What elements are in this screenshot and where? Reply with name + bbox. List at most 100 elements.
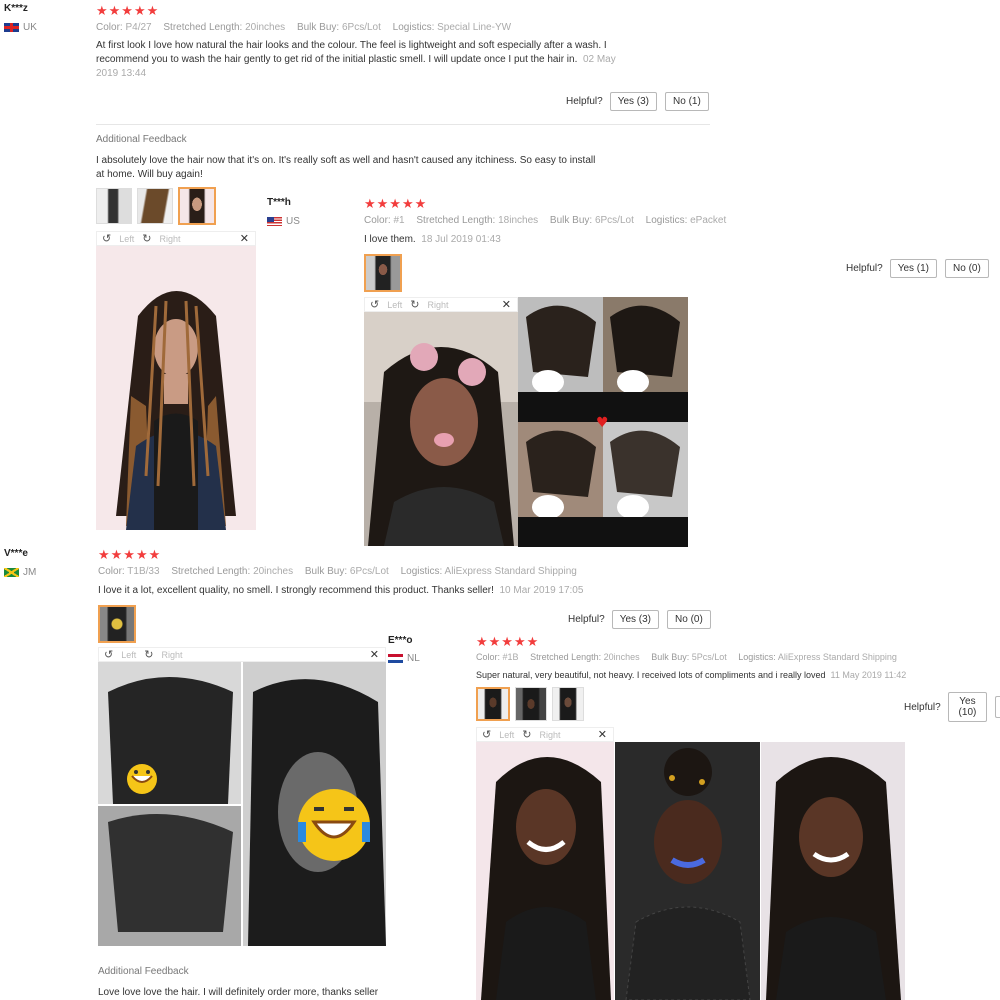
rating-stars: ★★★★★: [96, 3, 160, 18]
flag-icon: [267, 217, 282, 226]
attr-label: Logistics:: [392, 22, 435, 33]
rating-stars: ★★★★★: [98, 547, 162, 562]
helpful-section: Helpful? Yes (1) No (0): [846, 259, 989, 278]
rotate-left-label[interactable]: Left: [121, 650, 136, 660]
review-text-line: At first look I love how natural the hai…: [96, 40, 607, 51]
flag-icon: [4, 23, 19, 32]
attr-label: Stretched Length:: [163, 22, 243, 33]
divider: [96, 124, 710, 125]
attr-value: 5Pcs/Lot: [691, 652, 727, 662]
review-photo: [364, 312, 518, 546]
country-code: UK: [23, 22, 37, 33]
review-photo-thumbnail[interactable]: [96, 188, 132, 224]
review-photo-collage: ♥: [518, 297, 688, 547]
country-code: JM: [23, 567, 37, 578]
attr-label: Stretched Length:: [530, 652, 602, 662]
review-photo-thumbnail-selected[interactable]: [364, 254, 402, 292]
review-photo-thumbnail-selected[interactable]: [98, 605, 136, 643]
review-photo-thumbnail-selected[interactable]: [476, 687, 510, 721]
photo-viewer-toolbar: ↺ Left ↻ Right ✕: [476, 727, 614, 742]
review-text-part: Super natural, very beautiful, not heavy…: [476, 670, 826, 680]
review-text: At first look I love how natural the hai…: [96, 39, 656, 81]
rotate-left-icon[interactable]: ↺: [104, 648, 113, 661]
photo-illustration: ♥: [518, 297, 688, 547]
helpful-label: Helpful?: [568, 614, 605, 625]
rotate-left-label[interactable]: Left: [387, 300, 402, 310]
close-icon[interactable]: ✕: [598, 728, 607, 741]
rotate-right-label[interactable]: Right: [427, 300, 448, 310]
attr-label: Bulk Buy:: [651, 652, 690, 662]
photo-viewer-toolbar: ↺ Left ↻ Right ✕: [96, 231, 256, 246]
rotate-left-label[interactable]: Left: [119, 234, 134, 244]
rotate-left-label[interactable]: Left: [499, 730, 514, 740]
rotate-right-label[interactable]: Right: [161, 650, 182, 660]
review-photo-thumbnail[interactable]: [552, 687, 584, 721]
rotate-right-icon[interactable]: ↻: [522, 728, 531, 741]
helpful-no-button[interactable]: No (0): [945, 259, 989, 278]
helpful-no-button-partial[interactable]: [995, 696, 1000, 718]
review-text: I love it a lot, excellent quality, no s…: [98, 584, 583, 598]
rotate-right-label[interactable]: Right: [159, 234, 180, 244]
helpful-yes-button[interactable]: Yes (1): [889, 259, 938, 278]
review-date: 02 May: [582, 54, 616, 65]
attr-value: 20inches: [253, 566, 294, 577]
review-date: 10 Mar 2019 17:05: [499, 585, 584, 596]
photo-viewer-toolbar: ↺ Left ↻ Right ✕: [364, 297, 518, 312]
attr-label: Bulk Buy:: [296, 22, 340, 33]
attr-value: 18inches: [498, 215, 539, 226]
helpful-label: Helpful?: [846, 263, 883, 274]
additional-feedback-heading: Additional Feedback: [96, 134, 187, 145]
photo-illustration: [364, 312, 518, 546]
attr-label: Bulk Buy:: [304, 566, 348, 577]
review-photo-thumbnail[interactable]: [137, 188, 173, 224]
attr-value: P4/27: [125, 22, 152, 33]
attr-label: Color:: [98, 566, 125, 577]
review-photo-collage: [476, 742, 905, 1000]
rotate-left-icon[interactable]: ↺: [370, 298, 379, 311]
helpful-yes-button[interactable]: Yes (3): [611, 610, 660, 629]
review-photo: [96, 246, 256, 530]
additional-text-line: I absolutely love the hair now that it's…: [96, 155, 596, 166]
attr-label: Color:: [364, 215, 391, 226]
reviewer-name: V***e: [4, 548, 28, 559]
rating-stars: ★★★★★: [364, 196, 428, 211]
helpful-label: Helpful?: [904, 701, 941, 713]
rating-stars: ★★★★★: [476, 634, 540, 649]
rotate-right-label[interactable]: Right: [539, 730, 560, 740]
attr-value: T1B/33: [127, 566, 160, 577]
helpful-label: Helpful?: [566, 96, 603, 107]
country-code: NL: [407, 653, 420, 664]
helpful-yes-button[interactable]: Yes (3): [609, 92, 658, 111]
review-photo-thumbnail[interactable]: [515, 687, 547, 721]
review-photo-thumbnail-selected[interactable]: [178, 187, 216, 225]
close-icon[interactable]: ✕: [370, 648, 379, 661]
additional-text-line: at home. Will buy again!: [96, 169, 203, 180]
reviewer-country: JM: [4, 567, 36, 578]
attr-value: AliExpress Standard Shipping: [777, 652, 897, 662]
rotate-right-icon[interactable]: ↻: [142, 232, 151, 245]
rotate-left-icon[interactable]: ↺: [482, 728, 491, 741]
helpful-no-button[interactable]: No (0): [667, 610, 711, 629]
attr-label: Stretched Length:: [171, 566, 251, 577]
attr-value: AliExpress Standard Shipping: [444, 566, 577, 577]
attr-label: Bulk Buy:: [549, 215, 593, 226]
review-text-part: I love it a lot, excellent quality, no s…: [98, 585, 494, 596]
attr-value: 20inches: [245, 22, 286, 33]
helpful-yes-button[interactable]: Yes (10): [947, 692, 988, 722]
rotate-right-icon[interactable]: ↻: [410, 298, 419, 311]
svg-text:♥: ♥: [596, 415, 609, 431]
additional-feedback-text: Love love love the hair. I will definite…: [98, 987, 379, 998]
attr-value: 6Pcs/Lot: [341, 22, 381, 33]
review-attributes: Color: T1B/33 Stretched Length: 20inches…: [98, 566, 586, 577]
reviewer-name: K***z: [4, 3, 28, 14]
close-icon[interactable]: ✕: [502, 298, 511, 311]
attr-label: Stretched Length:: [416, 215, 496, 226]
close-icon[interactable]: ✕: [240, 232, 249, 245]
review-text-part: I love them.: [364, 234, 416, 245]
review-text-line: recommend you to wash the hair gently to…: [96, 53, 656, 67]
attr-label: Logistics:: [738, 652, 776, 662]
helpful-section: Helpful? Yes (3) No (0): [568, 610, 711, 629]
helpful-no-button[interactable]: No (1): [665, 92, 709, 111]
rotate-left-icon[interactable]: ↺: [102, 232, 111, 245]
rotate-right-icon[interactable]: ↻: [144, 648, 153, 661]
